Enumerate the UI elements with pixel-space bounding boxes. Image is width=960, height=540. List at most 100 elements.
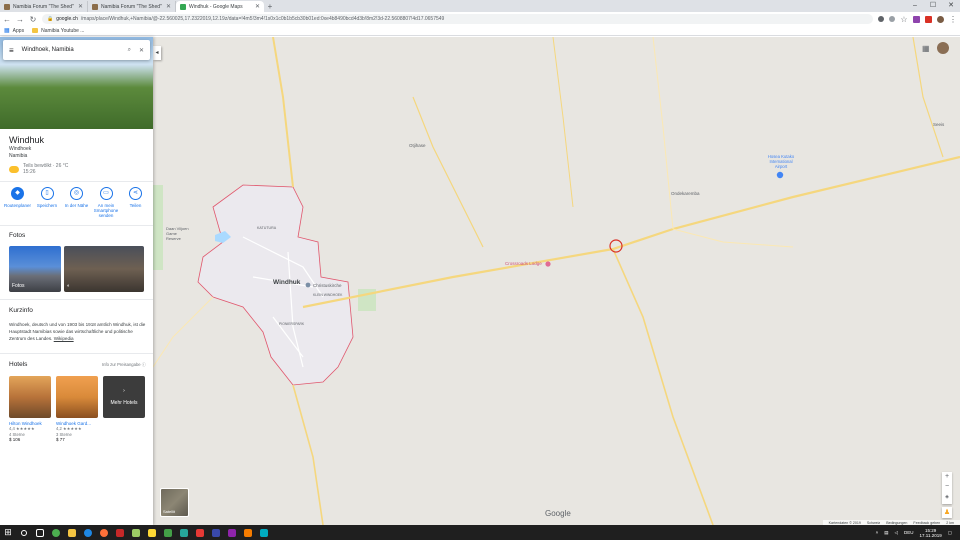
close-tab-icon[interactable]: ✕	[78, 3, 83, 10]
firefox-icon[interactable]	[96, 525, 112, 540]
bookmark-icon: ▯	[40, 187, 54, 200]
weather-time: 15:26	[23, 169, 36, 175]
zoom-out-button[interactable]: −	[942, 482, 952, 492]
account-avatar[interactable]	[937, 42, 949, 54]
save-button[interactable]: ▯ Speichern	[34, 187, 61, 218]
share-button[interactable]: ⋖ Teilen	[122, 187, 149, 218]
task-view-icon[interactable]	[32, 525, 48, 540]
hotel-card[interactable]: Windhoek Gard... 4,2 ★★★★★ 3 Sterne $ 77	[56, 376, 98, 442]
address-bar[interactable]: 🔒 google.ch/maps/place/Windhuk,+Namibia/…	[42, 14, 873, 24]
app-icon[interactable]	[128, 525, 144, 540]
close-window-icon[interactable]: ✕	[942, 0, 960, 12]
satellite-toggle[interactable]: Satellit	[160, 488, 189, 517]
browser-tab-2[interactable]: Namibia Forum "The Shed" - Vi ✕	[88, 1, 176, 12]
google-apps-icon[interactable]: ▦	[922, 44, 930, 53]
volume-icon[interactable]: ◁	[895, 530, 898, 536]
chevron-up-icon[interactable]: ˄	[876, 530, 879, 535]
search-icon[interactable]	[16, 525, 32, 540]
edge-icon[interactable]	[80, 525, 96, 540]
road-minor	[672, 228, 794, 248]
search-box[interactable]: ≡ Windhoek, Namibia ⌕ ✕	[3, 40, 150, 60]
divider	[0, 353, 153, 354]
more-hotels-card[interactable]: › Mehr Hotels	[103, 376, 145, 442]
network-icon[interactable]: ▤	[884, 530, 888, 536]
clock[interactable]: 15:29 17.11.2019	[920, 528, 942, 538]
place-label[interactable]: Christuskirche	[313, 283, 342, 288]
app-icon[interactable]	[192, 525, 208, 540]
new-tab-button[interactable]: +	[264, 1, 276, 12]
hotel-card[interactable]: Hilton Windhoek 4,4 ★★★★★ 4 Sterne $ 106	[9, 376, 51, 442]
airport-label[interactable]: Hosea Kutako International Airport	[763, 154, 799, 169]
browser-tab-active[interactable]: Windhuk - Google Maps ✕	[176, 1, 264, 12]
profile-avatar[interactable]	[937, 15, 944, 23]
feedback-link[interactable]: Feedback geben	[913, 521, 940, 525]
forward-icon[interactable]: →	[16, 15, 24, 24]
bookmark-apps[interactable]: ▦ Apps	[4, 27, 24, 35]
compass-icon[interactable]: ◈	[942, 492, 952, 502]
photo-thumbnail[interactable]: Fotos	[9, 246, 61, 292]
search-input[interactable]: Windhoek, Namibia	[22, 47, 120, 53]
tab-title: Windhuk - Google Maps	[189, 3, 243, 10]
chrome-icon[interactable]	[48, 525, 64, 540]
send-to-phone-button[interactable]: ▭ An mein Smartphone senden	[93, 187, 120, 218]
terms-link[interactable]: Bedingungen	[886, 521, 907, 525]
app-icon[interactable]	[176, 525, 192, 540]
reload-icon[interactable]: ↻	[29, 15, 37, 24]
clock-date: 17.11.2019	[919, 532, 942, 538]
file-explorer-icon[interactable]	[64, 525, 80, 540]
language-indicator[interactable]: DEU	[904, 530, 914, 535]
tab-title: Namibia Forum "The Shed" - Vi	[13, 3, 75, 10]
windows-start-icon[interactable]: ⊞	[0, 525, 16, 540]
app-icon[interactable]	[208, 525, 224, 540]
app-icon[interactable]	[240, 525, 256, 540]
map-canvas[interactable]: Windhuk KATUTURA KLEIN WINDHOEK PIONIERS…	[153, 37, 960, 525]
location-icon[interactable]	[878, 16, 884, 22]
scale-label[interactable]: 2 km	[946, 521, 954, 525]
photo-360-thumbnail[interactable]: ◐	[64, 246, 144, 292]
place-subtitle: Windhoek Namibia	[9, 146, 31, 160]
close-tab-icon[interactable]: ✕	[166, 3, 171, 10]
notification-icon[interactable]: ▢	[948, 530, 952, 536]
extension-icon[interactable]	[925, 15, 932, 23]
search-icon[interactable]: ⌕	[128, 47, 131, 54]
region-link[interactable]: Schweiz	[867, 521, 880, 525]
back-icon[interactable]: ←	[3, 15, 11, 24]
bookmark-namibia-youtube[interactable]: Namibia Youtube ...	[32, 28, 84, 34]
google-maps-favicon-icon	[180, 3, 186, 10]
app-icon[interactable]	[144, 525, 160, 540]
city-label[interactable]: Windhuk	[273, 279, 300, 286]
maximize-icon[interactable]: ☐	[924, 0, 942, 12]
road-minor	[153, 296, 214, 368]
app-icon[interactable]	[256, 525, 272, 540]
clear-search-icon[interactable]: ✕	[139, 47, 144, 54]
minimize-icon[interactable]: –	[906, 0, 924, 12]
price-info-link[interactable]: Info zur Preisangabe ⓘ	[102, 362, 146, 368]
browser-tab-1[interactable]: Namibia Forum "The Shed" - Vi ✕	[0, 1, 88, 12]
app-icon[interactable]	[160, 525, 176, 540]
bookmark-star-icon[interactable]: ☆	[900, 15, 908, 24]
road-c23	[612, 248, 714, 525]
hamburger-menu-icon[interactable]: ≡	[9, 46, 14, 55]
zoom-in-button[interactable]: +	[942, 472, 952, 482]
app-icon[interactable]	[112, 525, 128, 540]
address-toolbar: ← → ↻ 🔒 google.ch/maps/place/Windhuk,+Na…	[0, 12, 960, 26]
pegman-icon[interactable]: ♟	[942, 507, 952, 518]
wikipedia-link[interactable]: Wikipedia	[54, 336, 74, 341]
close-tab-icon[interactable]: ✕	[255, 3, 260, 10]
nearby-button[interactable]: ◎ In der Nähe	[63, 187, 90, 218]
extension-icon[interactable]	[889, 16, 895, 22]
collapse-panel-button[interactable]: ◂	[153, 46, 161, 60]
place-panel: ≡ Windhoek, Namibia ⌕ ✕ Windhuk Windhoek…	[0, 37, 153, 525]
extension-icon[interactable]	[913, 15, 920, 23]
phone-icon: ▭	[99, 187, 113, 200]
menu-icon[interactable]: ⋮	[949, 15, 957, 24]
lock-icon: 🔒	[47, 16, 54, 22]
lodge-marker	[545, 261, 551, 267]
directions-button[interactable]: ◆ Routenplaner	[4, 187, 31, 218]
app-icon[interactable]	[224, 525, 240, 540]
apps-grid-icon: ▦	[4, 28, 10, 34]
photos-label: Fotos	[12, 283, 25, 289]
kurzinfo-heading: Kurzinfo	[9, 307, 33, 314]
share-icon: ⋖	[129, 187, 142, 200]
lodge-label[interactable]: Crossroads Lodge	[505, 261, 542, 266]
